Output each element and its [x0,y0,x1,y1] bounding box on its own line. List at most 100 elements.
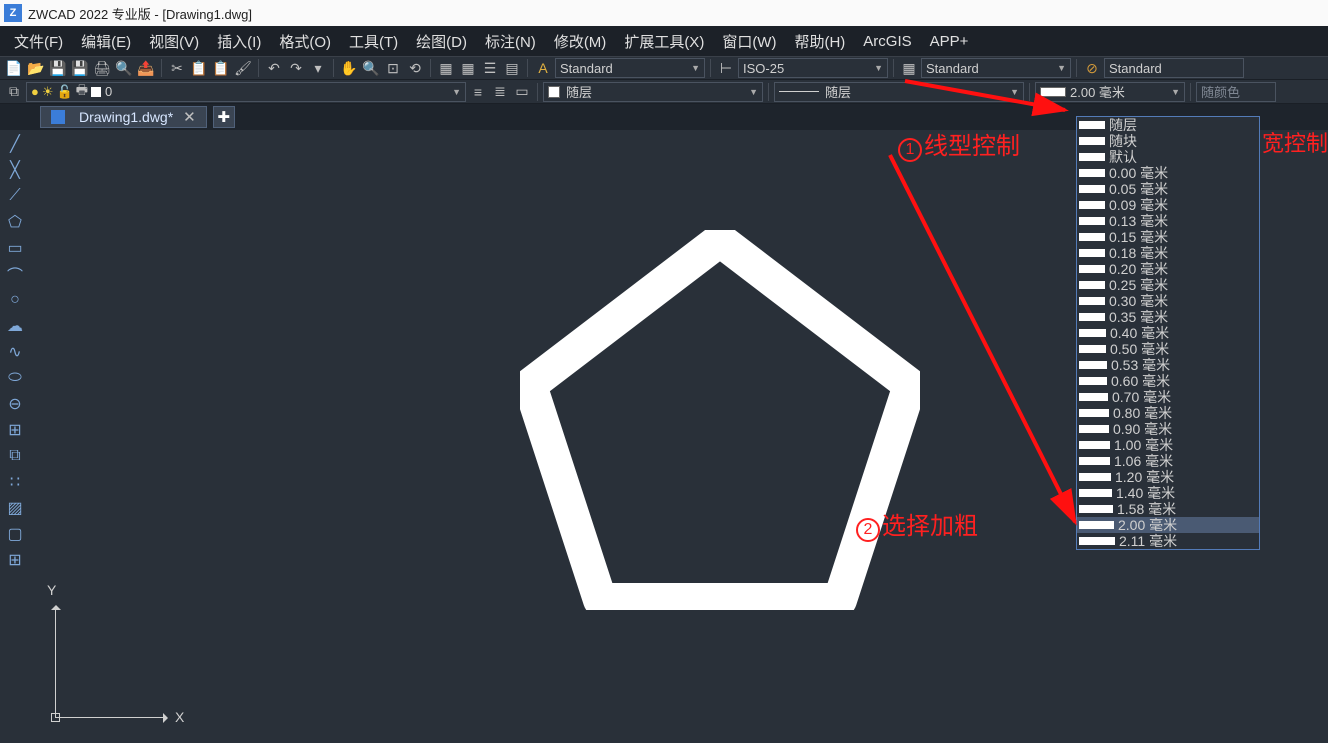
menu-dim[interactable]: 标注(N) [477,27,544,56]
plotstyle-value: 随颜色 [1201,82,1240,101]
pan-icon[interactable]: ✋ [339,58,359,78]
lineweight-bar-icon [1079,361,1107,369]
dim-style-combo[interactable]: ISO-25 ▼ [738,58,888,78]
matchprop-icon[interactable]: 🖌 [233,58,253,78]
paste-icon[interactable]: 📋 [211,58,231,78]
saveall-icon[interactable]: 💾 [70,58,90,78]
menu-app[interactable]: APP+ [922,29,977,54]
new-tab-button[interactable]: ✚ [213,106,235,128]
properties-icon[interactable]: ▦ [436,58,456,78]
document-tab[interactable]: Drawing1.dwg* ✕ [40,106,207,128]
revcloud-tool-icon[interactable]: ☁ [5,316,25,336]
dropdown-arrow-icon: ▼ [691,63,700,73]
menu-ext[interactable]: 扩展工具(X) [616,27,712,56]
zoom-rt-icon[interactable]: 🔍 [361,58,381,78]
layer-prev-icon[interactable]: ≣ [490,82,510,102]
zoom-prev-icon[interactable]: ⟲ [405,58,425,78]
lineweight-value: 2.00 毫米 [1070,82,1125,101]
publish-icon[interactable]: 📤 [136,58,156,78]
dwg-file-icon [51,110,65,124]
annotation-2: 2选择加粗 [856,506,978,542]
cut-icon[interactable]: ✂ [167,58,187,78]
menu-window[interactable]: 窗口(W) [714,27,784,56]
table-style-combo[interactable]: Standard ▼ [921,58,1071,78]
lineweight-preview [1040,87,1066,97]
preview-icon[interactable]: 🔍 [114,58,134,78]
ellipse-arc-tool-icon[interactable]: ⊖ [5,394,25,414]
linetype-preview [779,91,819,92]
menu-tools[interactable]: 工具(T) [341,27,406,56]
text-style-value: Standard [560,61,613,76]
dim-style-icon[interactable]: ⊢ [716,58,736,78]
circle-tool-icon[interactable]: ○ [5,290,25,310]
zoom-win-icon[interactable]: ⊡ [383,58,403,78]
copy-icon[interactable]: 📋 [189,58,209,78]
menu-help[interactable]: 帮助(H) [786,27,853,56]
open-file-icon[interactable]: 📂 [26,58,46,78]
plotstyle-combo[interactable]: 随颜色 [1196,82,1276,102]
arc-tool-icon[interactable]: ⌒ [5,264,25,284]
point-tool-icon[interactable]: ∷ [5,472,25,492]
rectangle-tool-icon[interactable]: ▭ [5,238,25,258]
region-tool-icon[interactable]: ▢ [5,524,25,544]
pentagon-shape[interactable] [520,230,920,615]
ellipse-tool-icon[interactable]: ⬭ [5,368,25,388]
text-style-icon[interactable]: A [533,58,553,78]
lineweight-combo[interactable]: 2.00 毫米 ▼ [1035,82,1185,102]
lineweight-option[interactable]: 随层 [1077,117,1259,133]
polyline-tool-icon[interactable]: ⟋ [5,186,25,206]
spline-tool-icon[interactable]: ∿ [5,342,25,362]
layer-manager-icon[interactable]: ⧉ [4,82,24,102]
polygon-tool-icon[interactable]: ⬠ [5,212,25,232]
linetype-combo[interactable]: 随层 ▼ [774,82,1024,102]
make-block-icon[interactable]: ⧉ [5,446,25,466]
dropdown-arrow-icon: ▼ [1010,87,1019,97]
lineweight-bar-icon [1079,217,1105,225]
new-file-icon[interactable]: 📄 [4,58,24,78]
save-icon[interactable]: 💾 [48,58,68,78]
menu-format[interactable]: 格式(O) [271,27,339,56]
lineweight-dropdown[interactable]: 随层随块默认0.00 毫米0.05 毫米0.09 毫米0.13 毫米0.15 毫… [1076,116,1260,550]
undo-drop-icon[interactable]: ▾ [308,58,328,78]
table-tool-icon[interactable]: ⊞ [5,550,25,570]
mls-style-icon[interactable]: ⊘ [1082,58,1102,78]
lineweight-bar-icon [1079,233,1105,241]
dropdown-arrow-icon: ▼ [749,87,758,97]
lineweight-option[interactable]: 随块 [1077,133,1259,149]
table-style-icon[interactable]: ▦ [899,58,919,78]
close-tab-icon[interactable]: ✕ [183,108,196,126]
menu-edit[interactable]: 编辑(E) [73,27,139,56]
print-icon[interactable]: 🖨 [92,58,112,78]
layer-state-icon[interactable]: ≡ [468,82,488,102]
mls-style-value: Standard [1109,61,1162,76]
insert-block-icon[interactable]: ⊞ [5,420,25,440]
menu-file[interactable]: 文件(F) [6,27,71,56]
mls-style-combo[interactable]: Standard [1104,58,1244,78]
menu-arcgis[interactable]: ArcGIS [855,29,919,54]
layer-combo[interactable]: ● ☀ 🔓 🖶 0 ▼ [26,82,466,102]
lineweight-bar-icon [1079,377,1107,385]
design-center-icon[interactable]: ▦ [458,58,478,78]
calc-icon[interactable]: ▤ [502,58,522,78]
dropdown-arrow-icon: ▼ [452,87,461,97]
lineweight-bar-icon [1079,201,1105,209]
redo-icon[interactable]: ↷ [286,58,306,78]
lineweight-option[interactable]: 2.11 毫米 [1077,533,1259,549]
lineweight-bar-icon [1079,185,1105,193]
lineweight-bar-icon [1079,137,1105,145]
hatch-tool-icon[interactable]: ▨ [5,498,25,518]
menu-insert[interactable]: 插入(I) [209,27,269,56]
dropdown-arrow-icon: ▼ [1057,63,1066,73]
menu-draw[interactable]: 绘图(D) [408,27,475,56]
menu-modify[interactable]: 修改(M) [546,27,615,56]
xline-tool-icon[interactable]: ╳ [5,160,25,180]
lineweight-bar-icon [1079,281,1105,289]
layer-iso-icon[interactable]: ▭ [512,82,532,102]
menu-view[interactable]: 视图(V) [141,27,207,56]
undo-icon[interactable]: ↶ [264,58,284,78]
tool-palette-icon[interactable]: ☰ [480,58,500,78]
text-style-combo[interactable]: Standard ▼ [555,58,705,78]
color-combo[interactable]: 随层 ▼ [543,82,763,102]
titlebar: Z ZWCAD 2022 专业版 - [Drawing1.dwg] [0,0,1328,26]
line-tool-icon[interactable]: ╱ [5,134,25,154]
